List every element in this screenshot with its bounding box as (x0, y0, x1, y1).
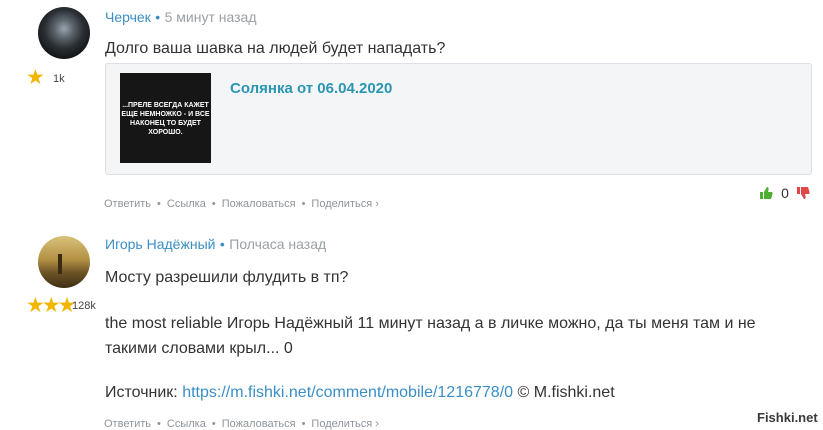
source-label: Источник: (105, 384, 178, 401)
comment-text: Мосту разрешили флудить в тп? (105, 269, 349, 286)
comment-time: 5 минут назад (164, 9, 257, 25)
header-separator: • (155, 9, 161, 25)
share-link[interactable]: Поделиться › (311, 418, 378, 430)
comment-text-quote: the most reliable Игорь Надёжный 11 мину… (105, 315, 756, 332)
thumb-text-line: ЕЩЕ НЕМНОЖКО - И ВСЕ (121, 111, 210, 118)
report-link[interactable]: Пожаловаться (222, 198, 296, 210)
rating-stars: ★★★ (26, 294, 77, 317)
rating-count: 128k (72, 300, 96, 312)
report-link[interactable]: Пожаловаться (222, 418, 296, 430)
thumbs-down-icon[interactable] (796, 185, 811, 202)
rating-stars: ★ (26, 66, 45, 89)
comment-text: Долго ваша шавка на людей будет нападать… (105, 40, 446, 57)
avatar[interactable] (38, 236, 90, 288)
header-separator: • (219, 236, 225, 252)
comment-header: Игорь Надёжный • Полчаса назад (105, 236, 326, 254)
source-line: Источник: https://m.fishki.net/comment/m… (105, 384, 615, 402)
thumbs-up-icon[interactable] (759, 185, 777, 202)
comment-author[interactable]: Черчек (105, 9, 151, 25)
comment-header: Черчек • 5 минут назад (105, 9, 257, 27)
thumb-text-line: ...ПРЕЛЕ ВСЕГДА КАЖЕТ (122, 102, 209, 109)
embedded-post-card[interactable] (105, 63, 812, 175)
post-title-link[interactable]: Солянка от 06.04.2020 (230, 80, 392, 97)
thumb-text-line: НАКОНЕЦ ТО БУДЕТ (130, 120, 201, 127)
source-link[interactable]: https://m.fishki.net/comment/mobile/1216… (182, 384, 513, 401)
vote-controls: 0 (759, 185, 811, 203)
comment-author[interactable]: Игорь Надёжный (105, 236, 215, 252)
actions-separator: • (157, 198, 161, 210)
vote-count: 0 (781, 185, 789, 201)
permalink-link[interactable]: Ссылка (167, 198, 206, 210)
permalink-link[interactable]: Ссылка (167, 418, 206, 430)
actions-separator: • (211, 418, 216, 430)
post-thumbnail[interactable]: ...ПРЕЛЕ ВСЕГДА КАЖЕТ ЕЩЕ НЕМНОЖКО - И В… (120, 73, 211, 163)
actions-separator: • (301, 418, 306, 430)
actions-separator: • (211, 198, 216, 210)
actions-separator: • (157, 418, 161, 430)
source-suffix: © M.fishki.net (517, 384, 615, 401)
actions-separator: • (301, 198, 306, 210)
comment-time: Полчаса назад (229, 236, 327, 252)
comment-text-quote: такими словами крыл... 0 (105, 340, 293, 357)
reply-link[interactable]: Ответить (104, 418, 151, 430)
thumb-text-line: ХОРОШО. (148, 129, 183, 136)
avatar[interactable] (38, 7, 90, 59)
comment-actions: Ответить • Ссылка • Пожаловаться • Поделиться … (104, 418, 379, 430)
share-link[interactable]: Поделиться › (311, 198, 378, 210)
reply-link[interactable]: Ответить (104, 198, 151, 210)
rating-count: 1k (53, 73, 65, 85)
watermark: Fishki.net (757, 410, 818, 425)
comment-actions: Ответить • Ссылка • Пожаловаться • Поделиться … (104, 198, 379, 210)
